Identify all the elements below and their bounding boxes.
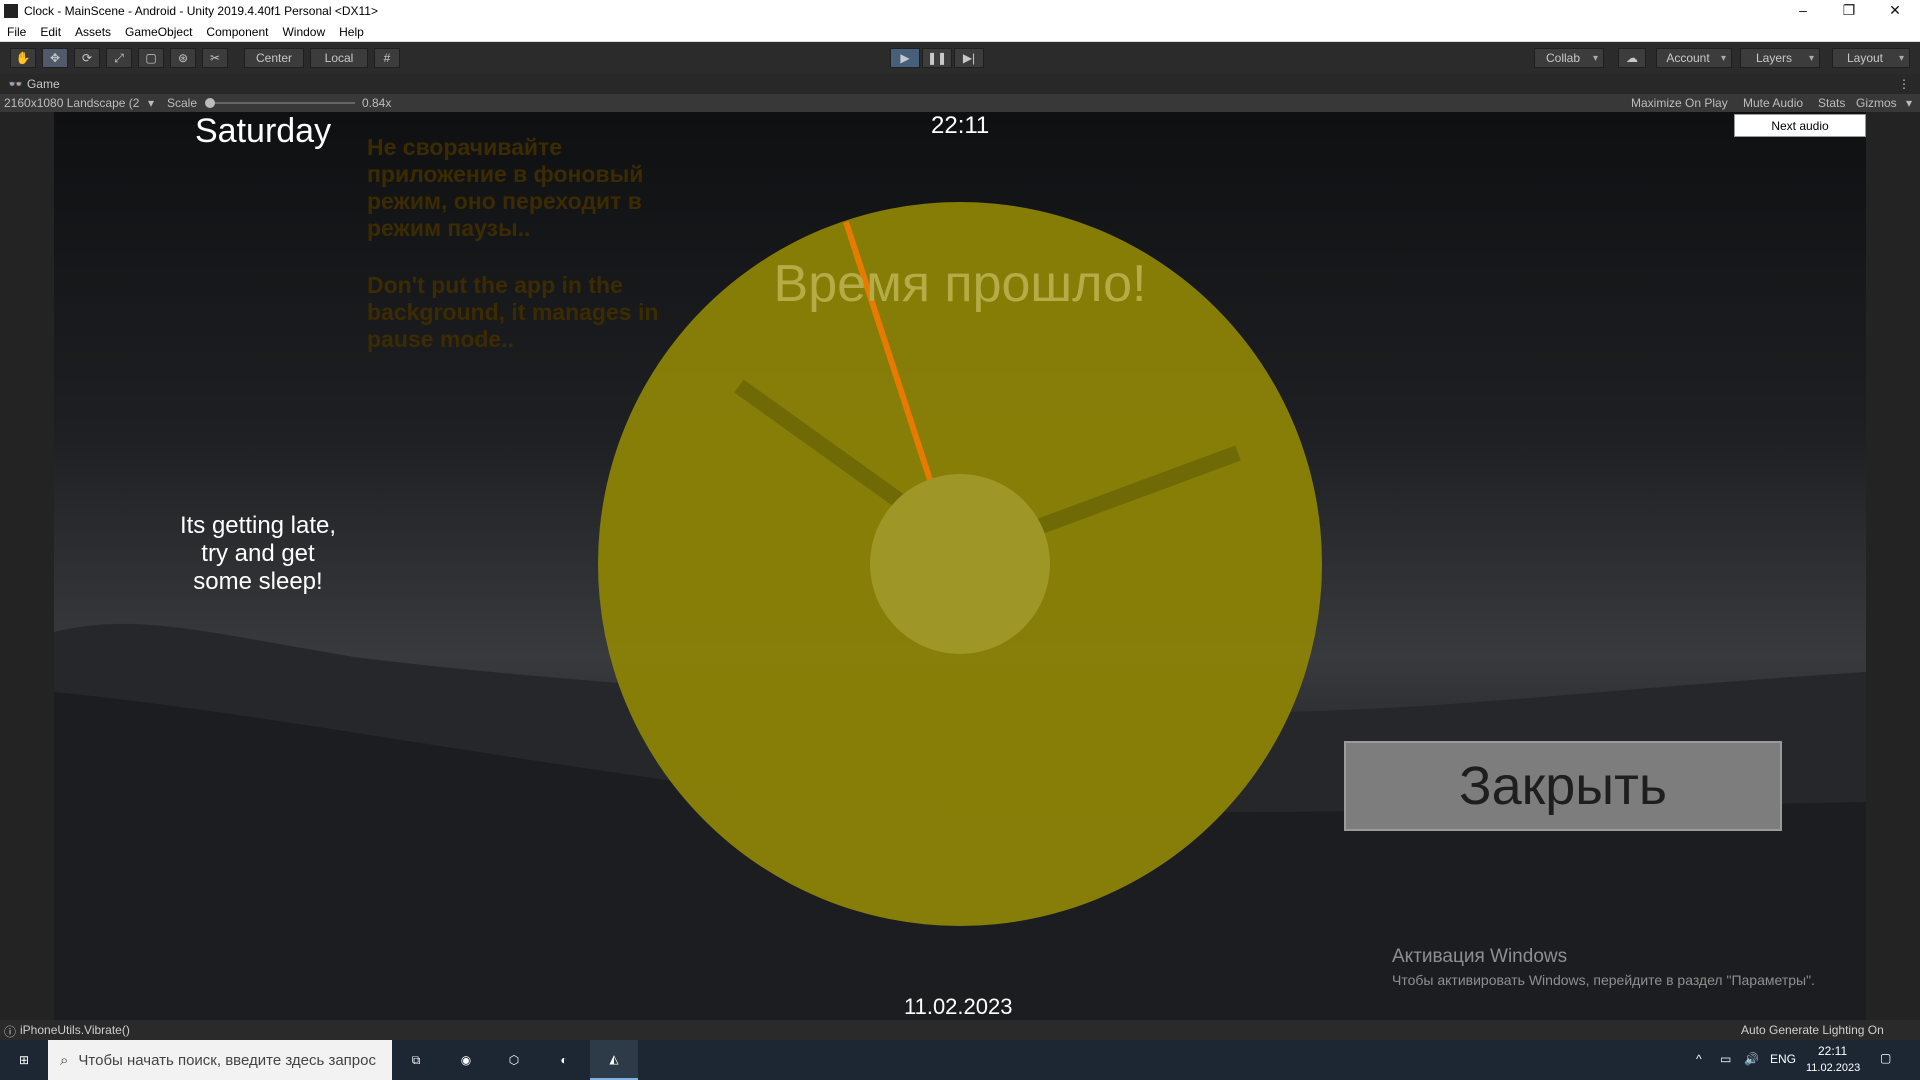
minimize-icon[interactable]: –	[1780, 0, 1826, 22]
windows-activation-text: Чтобы активировать Windows, перейдите в …	[1392, 972, 1815, 988]
menu-assets[interactable]: Assets	[68, 25, 118, 39]
close-button[interactable]: Закрыть	[1344, 741, 1782, 831]
collab-label: Collab	[1545, 51, 1581, 65]
game-scene: Saturday 22:11 Не сворачивайте приложени…	[54, 112, 1866, 1020]
auto-lighting-status: Auto Generate Lighting On	[1741, 1023, 1884, 1037]
close-button-label: Закрыть	[1459, 756, 1667, 816]
taskbar-search[interactable]: ⌕ Чтобы начать поиск, введите здесь запр…	[48, 1040, 392, 1080]
console-message[interactable]: iPhoneUtils.Vibrate()	[20, 1023, 130, 1037]
time-up-text: Время прошло!	[773, 255, 1147, 313]
stats-toggle[interactable]: Stats	[1818, 96, 1845, 110]
scale-slider-handle[interactable]	[205, 98, 215, 108]
collab-dropdown[interactable]: Collab	[1534, 48, 1604, 68]
windows-start-icon[interactable]: ⊞	[0, 1040, 48, 1080]
menu-help[interactable]: Help	[332, 25, 371, 39]
tray-clock-date[interactable]: 11.02.2023	[1806, 1062, 1860, 1074]
layers-label: Layers	[1755, 51, 1793, 65]
tray-chevron-icon[interactable]: ^	[1696, 1052, 1702, 1066]
sleep-line-3: some sleep!	[193, 568, 323, 595]
rect-icon[interactable]: ▢	[138, 48, 164, 68]
custom-tool-icon[interactable]: ✂	[202, 48, 228, 68]
status-bar: ⓘ iPhoneUtils.Vibrate() Auto Generate Li…	[0, 1020, 1920, 1040]
pivot-local-button[interactable]: Local	[310, 48, 368, 68]
menu-component[interactable]: Component	[199, 25, 275, 39]
account-label: Account	[1666, 51, 1710, 65]
sleep-line-2: try and get	[201, 540, 315, 567]
scale-label: Scale	[167, 96, 198, 110]
pause-icon[interactable]: ❚❚	[922, 48, 952, 68]
menu-edit[interactable]: Edit	[33, 25, 68, 39]
menu-window[interactable]: Window	[275, 25, 332, 39]
game-tab-bar: 👓 Game ⋮	[0, 74, 1920, 94]
pivot-center-button[interactable]: Center	[244, 48, 304, 68]
notifications-icon[interactable]: ▢	[1880, 1051, 1891, 1065]
current-time: 22:11	[931, 112, 990, 139]
layout-dropdown[interactable]: Layout	[1832, 48, 1910, 68]
next-audio-button[interactable]: Next audio	[1734, 114, 1866, 137]
search-icon: ⌕	[60, 1051, 69, 1069]
game-tab[interactable]: Game	[27, 77, 60, 91]
rotate-icon[interactable]: ⟳	[74, 48, 100, 68]
close-icon[interactable]: ✕	[1872, 0, 1918, 22]
windows-activation-title: Активация Windows	[1392, 946, 1568, 967]
resolution-chevron-icon: ▾	[148, 96, 155, 110]
scale-icon[interactable]: ⤢	[106, 48, 132, 68]
window-title: Clock - MainScene - Android - Unity 2019…	[24, 4, 378, 18]
move-icon[interactable]: ✥	[42, 48, 68, 68]
language-indicator[interactable]: ENG	[1770, 1052, 1796, 1066]
search-input[interactable]: Чтобы начать поиск, введите здесь запрос	[78, 1052, 376, 1069]
step-icon[interactable]: ▶|	[954, 48, 984, 68]
info-icon: ⓘ	[4, 1025, 17, 1039]
restore-icon[interactable]: ❐	[1826, 0, 1872, 22]
next-audio-label: Next audio	[1771, 118, 1829, 133]
cloud-icon[interactable]: ☁	[1618, 48, 1646, 68]
pivot-label: Center	[255, 51, 293, 65]
warning-ru: Не сворачивайте приложение в фоновый реж…	[367, 134, 644, 241]
game-view: Saturday 22:11 Не сворачивайте приложени…	[0, 112, 1920, 1020]
gizmos-dropdown[interactable]: Gizmos	[1856, 96, 1897, 110]
game-view-toolbar: 2160x1080 Landscape (2 ▾ Scale 0.84x Max…	[0, 94, 1920, 112]
toolbar: ✋ ✥ ⟳ ⤢ ▢ ⊛ ✂ Center Local # ▶ ❚❚ ▶| Col…	[0, 42, 1920, 74]
scale-value: 0.84x	[362, 96, 392, 110]
account-dropdown[interactable]: Account	[1656, 48, 1732, 68]
gizmos-chevron-icon: ▾	[1906, 96, 1913, 110]
play-icon[interactable]: ▶	[890, 48, 920, 68]
title-bar: Clock - MainScene - Android - Unity 2019…	[0, 0, 1920, 22]
clock-center	[870, 474, 1050, 654]
chrome-icon[interactable]: ◉	[442, 1040, 490, 1080]
unity-editor-icon[interactable]: ◭	[590, 1040, 638, 1080]
menu-file[interactable]: File	[0, 25, 33, 39]
layers-dropdown[interactable]: Layers	[1740, 48, 1820, 68]
task-view-icon[interactable]: ⧉	[392, 1040, 440, 1080]
warning-en: Don't put the app in the background, it …	[367, 272, 659, 352]
resolution-dropdown[interactable]: 2160x1080 Landscape (2	[4, 96, 139, 110]
unity-logo-icon	[4, 4, 18, 18]
day-of-week: Saturday	[195, 112, 332, 150]
network-icon[interactable]: ▭	[1720, 1052, 1731, 1066]
mute-audio-toggle[interactable]: Mute Audio	[1743, 96, 1803, 110]
menu-bar: File Edit Assets GameObject Component Wi…	[0, 22, 1920, 42]
hand-icon[interactable]: ✋	[10, 48, 36, 68]
grid-snap-icon[interactable]: #	[374, 48, 400, 68]
sleep-message: Its getting late, try and get some sleep…	[168, 512, 348, 596]
transform-icon[interactable]: ⊛	[170, 48, 196, 68]
unity-hub-icon[interactable]: ⬡	[490, 1040, 538, 1080]
github-desktop-icon[interactable]: ◐	[540, 1040, 588, 1080]
layout-label: Layout	[1846, 51, 1884, 65]
maximize-on-play-toggle[interactable]: Maximize On Play	[1631, 96, 1728, 110]
current-date: 11.02.2023	[904, 994, 1013, 1019]
tab-menu-icon[interactable]: ⋮	[1898, 77, 1910, 91]
windows-taskbar: ⊞ ⌕ Чтобы начать поиск, введите здесь за…	[0, 1040, 1920, 1080]
volume-icon[interactable]: 🔊	[1744, 1052, 1759, 1066]
scale-slider-track[interactable]	[210, 102, 355, 104]
game-tab-icon: 👓	[8, 77, 23, 91]
space-label: Local	[324, 51, 354, 65]
menu-gameobject[interactable]: GameObject	[118, 25, 199, 39]
sleep-line-1: Its getting late,	[179, 512, 337, 539]
tray-clock-time[interactable]: 22:11	[1818, 1044, 1847, 1058]
